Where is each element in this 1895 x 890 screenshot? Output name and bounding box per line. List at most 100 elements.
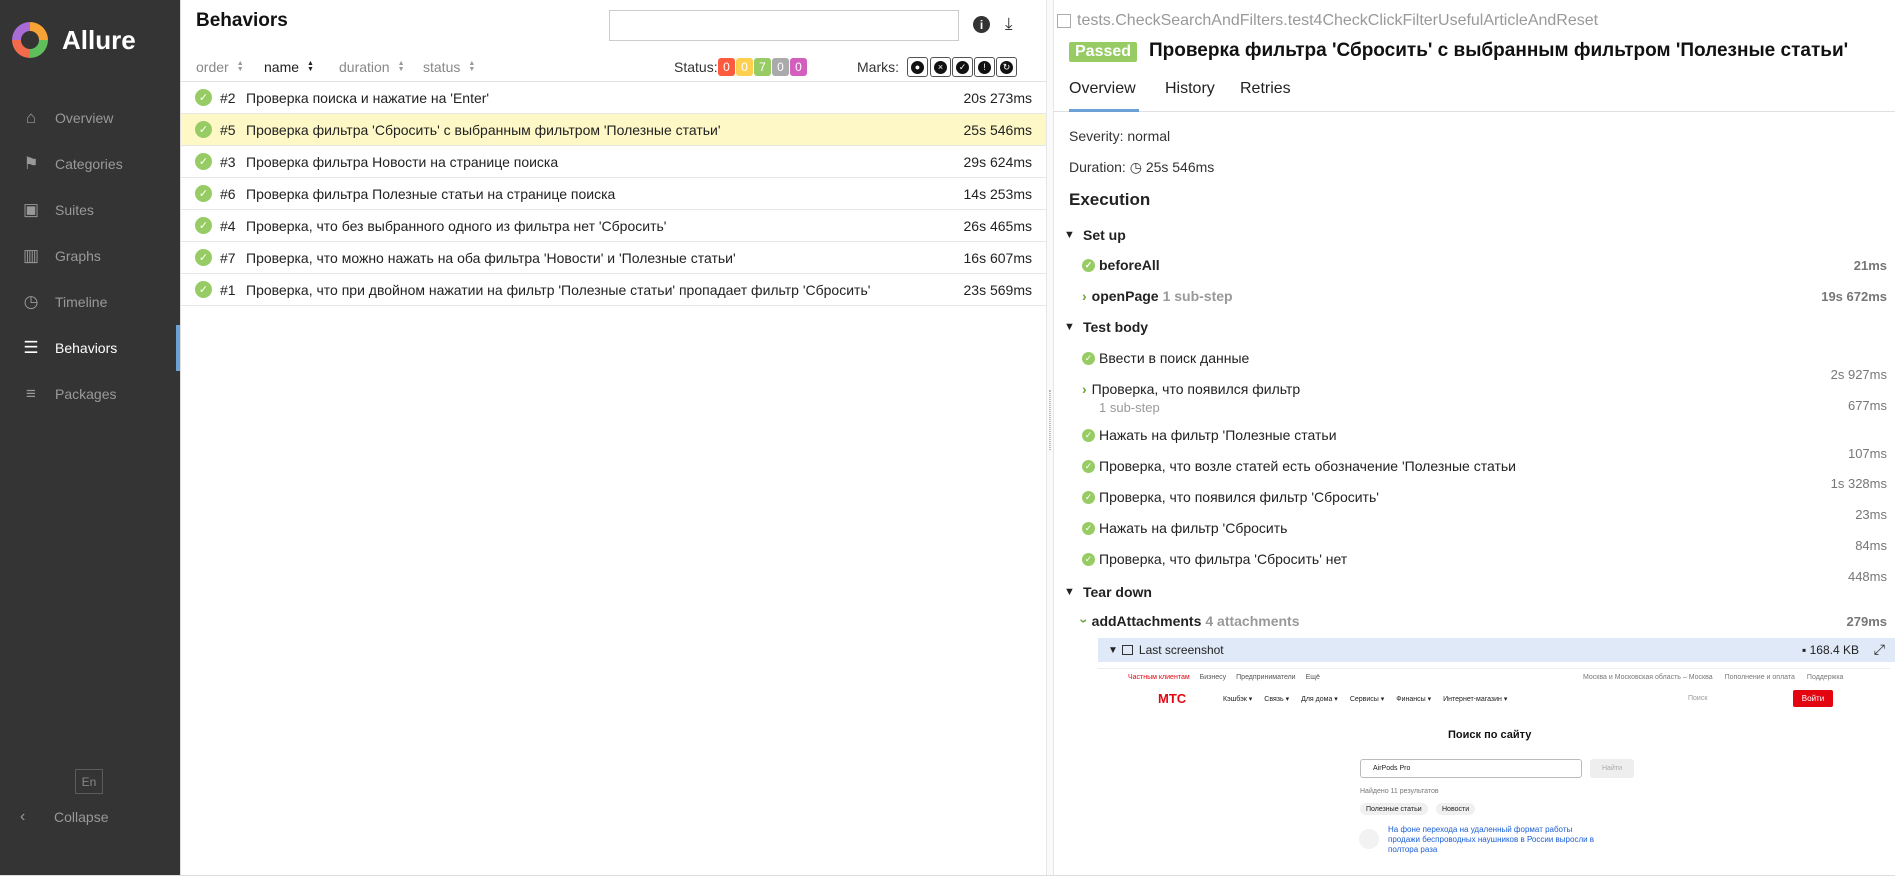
screenshot-topline: Частным клиентам Бизнесу Предприниматели Ещ… [1128, 674, 1320, 681]
expand-icon[interactable]: ⤢ [1874, 641, 1885, 658]
mark-flaky-button[interactable]: ● [907, 57, 928, 77]
align-icon: ≡ [26, 384, 36, 403]
sidebar-item-overview[interactable]: ⌂ Overview [0, 95, 180, 141]
row-order: #5 [220, 121, 236, 138]
passed-check-icon: ✓ [195, 121, 212, 138]
teardown-step[interactable]: › addAttachments 4 attachments [1076, 613, 1299, 629]
passed-check-icon: ✓ [1082, 351, 1095, 365]
setup-step[interactable]: › openPage 1 sub-step [1082, 288, 1233, 304]
passed-check-icon: ✓ [195, 249, 212, 266]
table-row[interactable]: ✓ #2 Проверка поиска и нажатие на 'Enter' 2… [181, 82, 1047, 114]
tab-history[interactable]: History [1165, 80, 1215, 112]
row-name: Проверка фильтра 'Сбросить' с выбранным … [246, 121, 721, 138]
tab-overview[interactable]: Overview [1069, 80, 1139, 112]
step-name: Нажать на фильтр 'Сбросить [1099, 520, 1288, 536]
status-count-pill[interactable]: 0 [790, 58, 807, 76]
sort-duration[interactable]: duration ▲ ▼ [339, 59, 405, 75]
status-count-pill[interactable]: 0 [736, 58, 753, 76]
screenshot-find-button: Найти [1590, 759, 1634, 778]
setup-step[interactable]: ✓ beforeAll [1082, 257, 1160, 273]
status-count-pill[interactable]: 0 [718, 58, 735, 76]
step-sub: 1 sub-step [1099, 400, 1160, 415]
sort-status[interactable]: status ▲ ▼ [423, 59, 475, 75]
body-step[interactable]: ✓ Проверка, что возле статей есть обознач… [1082, 458, 1516, 474]
step-duration: 23ms [1855, 507, 1887, 522]
chevron-down-icon: › [1076, 618, 1093, 624]
step-duration: 107ms [1847, 446, 1887, 461]
pane-splitter[interactable] [1046, 0, 1054, 875]
duration-row: Duration: ◷ 25s 546ms [1069, 159, 1214, 176]
body-step[interactable]: ✓ Нажать на фильтр 'Полезные статьи [1082, 427, 1337, 443]
table-row[interactable]: ✓ #7 Проверка, что можно нажать на оба фил… [181, 242, 1047, 274]
passed-check-icon: ✓ [1082, 490, 1095, 504]
copy-icon[interactable] [1057, 14, 1071, 28]
mark-retries-button[interactable]: ↻ [996, 57, 1017, 77]
row-duration: 25s 546ms [963, 121, 1032, 138]
sidebar-item-timeline[interactable]: ◷ Timeline [0, 279, 180, 325]
testbody-section[interactable]: ▼ Test body [1064, 319, 1148, 335]
sort-order[interactable]: order ▲ ▼ [196, 59, 244, 75]
table-row[interactable]: ✓ #4 Проверка, что без выбранного одного и… [181, 210, 1047, 242]
screenshot-search: AirPods Pro [1360, 759, 1582, 778]
attachment-header[interactable]: ▼ Last screenshot ▪ 168.4 KB ⤢ [1098, 638, 1895, 662]
row-duration: 14s 253ms [963, 185, 1032, 202]
search-input[interactable] [609, 10, 959, 41]
tab-retries[interactable]: Retries [1240, 80, 1291, 112]
row-name: Проверка фильтра Новости на странице пои… [246, 153, 559, 170]
sidebar-item-label: Timeline [55, 294, 108, 310]
refresh-icon: ↻ [1000, 60, 1013, 74]
screenshot-topline-item: Бизнесу [1199, 674, 1227, 681]
row-name: Проверка поиска и нажатие на 'Enter' [246, 89, 490, 106]
attachment-size: ▪ 168.4 KB [1802, 643, 1859, 657]
language-switch[interactable]: En [75, 769, 103, 794]
mark-new-broken-button[interactable]: ! [974, 57, 995, 77]
sidebar-item-graphs[interactable]: ▥ Graphs [0, 233, 180, 279]
sidebar-nav: ⌂ Overview ⚑ Categories ▣ Suites ▥ Graphs ◷ Timel… [0, 95, 180, 417]
teardown-section[interactable]: ▼ Tear down [1064, 584, 1152, 600]
download-icon[interactable]: ⤓ [1005, 14, 1013, 34]
row-order: #2 [220, 89, 236, 106]
table-row[interactable]: ✓ #6 Проверка фильтра Полезные статьи на с… [181, 178, 1047, 210]
row-order: #1 [220, 281, 236, 298]
body-step[interactable]: › Проверка, что появился фильтр [1082, 381, 1300, 397]
body-step[interactable]: ✓ Проверка, что фильтра 'Сбросить' нет [1082, 551, 1347, 567]
sidebar-item-label: Overview [55, 110, 114, 126]
status-count-pill[interactable]: 7 [754, 58, 771, 76]
allure-logo[interactable]: Allure [12, 20, 136, 60]
mts-logo: МТС [1158, 691, 1187, 706]
status-count-pill[interactable]: 0 [772, 58, 789, 76]
chevron-down-icon: ▼ [1064, 586, 1075, 598]
body-step[interactable]: ✓ Ввести в поиск данные [1082, 350, 1249, 366]
screenshot-menu-item: Для дома ▾ [1301, 696, 1338, 703]
splitter-grip[interactable] [1049, 390, 1051, 450]
step-duration: 84ms [1855, 538, 1887, 553]
info-icon[interactable]: i [973, 16, 990, 33]
test-path-text: tests.CheckSearchAndFilters.test4CheckCl… [1077, 12, 1599, 29]
sidebar-item-categories[interactable]: ⚑ Categories [0, 141, 180, 187]
mark-new-failed-button[interactable]: × [930, 57, 951, 77]
step-name: Нажать на фильтр 'Полезные статьи [1099, 427, 1337, 443]
list-icon: ☰ [23, 338, 39, 357]
sidebar-item-label: Packages [55, 386, 117, 402]
sort-name[interactable]: name ▲ ▼ [264, 59, 314, 75]
status-bar [0, 875, 1895, 890]
teardown-label: Tear down [1083, 584, 1152, 600]
save-icon[interactable]: ▪ [1802, 643, 1806, 657]
sidebar-item-suites[interactable]: ▣ Suites [0, 187, 180, 233]
sidebar-item-packages[interactable]: ≡ Packages [0, 371, 180, 417]
body-step[interactable]: ✓ Нажать на фильтр 'Сбросить [1082, 520, 1287, 536]
row-order: #7 [220, 249, 236, 266]
step-duration: 279ms [1846, 614, 1887, 629]
collapse-button[interactable]: ‹ Collapse [20, 808, 108, 826]
table-row[interactable]: ✓ #3 Проверка фильтра Новости на странице … [181, 146, 1047, 178]
table-row[interactable]: ✓ #5 Проверка фильтра 'Сбросить' с выбранн… [181, 114, 1047, 146]
row-order: #4 [220, 217, 236, 234]
body-step[interactable]: ✓ Проверка, что появился фильтр 'Сбросить… [1082, 489, 1379, 505]
table-row[interactable]: ✓ #1 Проверка, что при двойном нажатии на … [181, 274, 1047, 306]
setup-section[interactable]: ▼ Set up [1064, 227, 1126, 243]
mark-new-passed-button[interactable]: ✓ [952, 57, 973, 77]
screenshot-query: AirPods Pro [1373, 765, 1411, 772]
behaviors-panel: Behaviors i ⤓ order ▲ ▼ name ▲ ▼ duration … [180, 0, 1047, 875]
sidebar-item-behaviors[interactable]: ☰ Behaviors [0, 325, 180, 371]
step-name: beforeAll [1099, 257, 1160, 273]
